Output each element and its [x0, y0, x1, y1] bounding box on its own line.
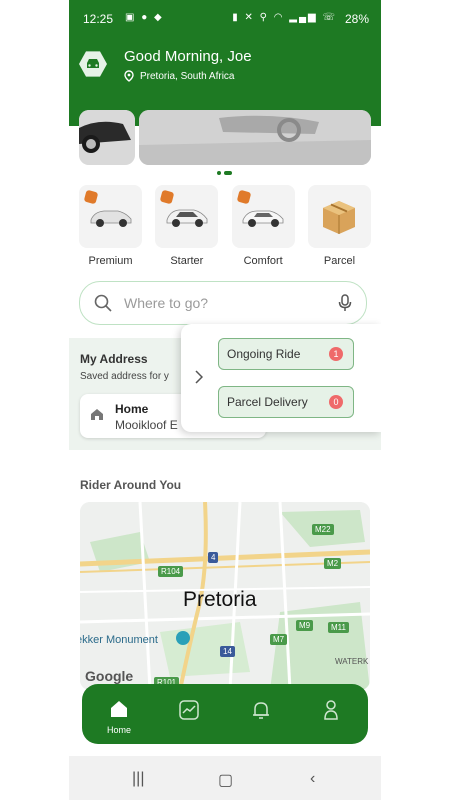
search-input[interactable]: Where to go? [124, 295, 208, 311]
status-bar: 12:25 ▣ ● ◆ ▮ ✕ ⚲ ◠ ▂▄▆ ☏ 28% [69, 0, 381, 36]
location-text: Pretoria, South Africa [140, 70, 235, 82]
car-icon [155, 185, 219, 248]
current-location[interactable]: Pretoria, South Africa [124, 70, 235, 82]
map-attribution: Google [85, 668, 134, 684]
greeting-text: Good Morning, Joe [124, 48, 252, 65]
chevron-right-icon[interactable] [195, 370, 203, 384]
ongoing-ride-button[interactable]: Ongoing Ride 1 [218, 338, 354, 370]
rider-map[interactable]: M22 M2 R104 4 M9 M11 M7 14 R101 Pretoria… [80, 502, 370, 690]
car-icon [231, 185, 295, 248]
road-label: R104 [158, 566, 184, 577]
home-icon [111, 701, 127, 717]
battery-level: 28% [344, 12, 369, 26]
road-label: 14 [220, 646, 235, 657]
home-button-icon[interactable]: ▢ [218, 770, 233, 790]
road-label: M22 [312, 524, 334, 535]
map-area-label: WATERK [335, 657, 369, 666]
section-subtitle: Saved address for y [80, 371, 169, 382]
nav-notifications[interactable] [239, 700, 283, 725]
status-time: 12:25 [83, 12, 114, 26]
active-orders-panel: Ongoing Ride 1 Parcel Delivery 0 [181, 324, 381, 432]
bell-icon [253, 702, 269, 719]
system-navigation-bar: ||| ▢ ‹ [69, 756, 381, 800]
nav-home[interactable]: Home [97, 700, 141, 735]
discount-badge-icon [236, 189, 252, 205]
map-city-label: Pretoria [183, 588, 257, 611]
parcel-delivery-count: 0 [329, 395, 343, 409]
category-label: Starter [170, 255, 204, 267]
home-icon [91, 409, 103, 420]
map-landmark-label: ekker Monument [80, 634, 158, 646]
category-label: Parcel [323, 255, 356, 267]
search-icon [94, 294, 112, 312]
category-starter[interactable]: Starter [155, 185, 219, 267]
category-label: Premium [88, 255, 133, 267]
riders-section-title: Rider Around You [80, 478, 182, 492]
bottom-navigation: Home [82, 684, 368, 744]
parcel-delivery-label: Parcel Delivery [227, 395, 308, 409]
carousel-indicator [217, 171, 232, 175]
ongoing-ride-label: Ongoing Ride [227, 347, 301, 361]
activity-icon [179, 700, 199, 720]
parcel-delivery-button[interactable]: Parcel Delivery 0 [218, 386, 354, 418]
microphone-icon[interactable] [338, 294, 352, 312]
road-label: M9 [296, 620, 314, 631]
road-label: M2 [324, 558, 342, 569]
car-icon [79, 185, 142, 248]
address-value: Mooikloof E [115, 418, 178, 432]
promo-slide[interactable] [139, 110, 371, 165]
road-label: 4 [208, 552, 219, 563]
category-comfort[interactable]: Comfort [231, 185, 295, 267]
phone-screen: 12:25 ▣ ● ◆ ▮ ✕ ⚲ ◠ ▂▄▆ ☏ 28% Good Morni… [69, 0, 381, 800]
promo-carousel[interactable] [69, 110, 381, 170]
back-icon[interactable]: ‹ [310, 770, 315, 788]
section-title: My Address [80, 352, 148, 366]
profile-icon [324, 700, 338, 720]
nav-activity[interactable] [167, 700, 211, 725]
system-status-icons: ▮ ✕ ⚲ ◠ ▂▄▆ ☏ [232, 12, 337, 23]
road-label: M11 [328, 622, 349, 633]
discount-badge-icon [83, 189, 99, 205]
search-bar[interactable]: Where to go? [79, 281, 367, 325]
category-parcel[interactable]: Parcel [307, 185, 371, 267]
location-pin-icon [124, 70, 134, 82]
ongoing-ride-count: 1 [329, 347, 343, 361]
app-logo-icon [79, 51, 107, 77]
notification-icons: ▣ ● ◆ [125, 12, 164, 23]
recent-apps-icon[interactable]: ||| [132, 770, 144, 788]
nav-profile[interactable] [309, 700, 353, 725]
discount-badge-icon [159, 189, 175, 205]
box-icon [307, 185, 371, 248]
category-label: Comfort [243, 255, 283, 267]
promo-slide[interactable] [79, 110, 135, 165]
address-label: Home [115, 402, 149, 416]
road-label: M7 [270, 634, 288, 645]
ride-categories: Premium Starter Comfort Parcel [79, 185, 371, 267]
nav-home-label: Home [106, 725, 131, 735]
category-premium[interactable]: Premium [79, 185, 142, 267]
